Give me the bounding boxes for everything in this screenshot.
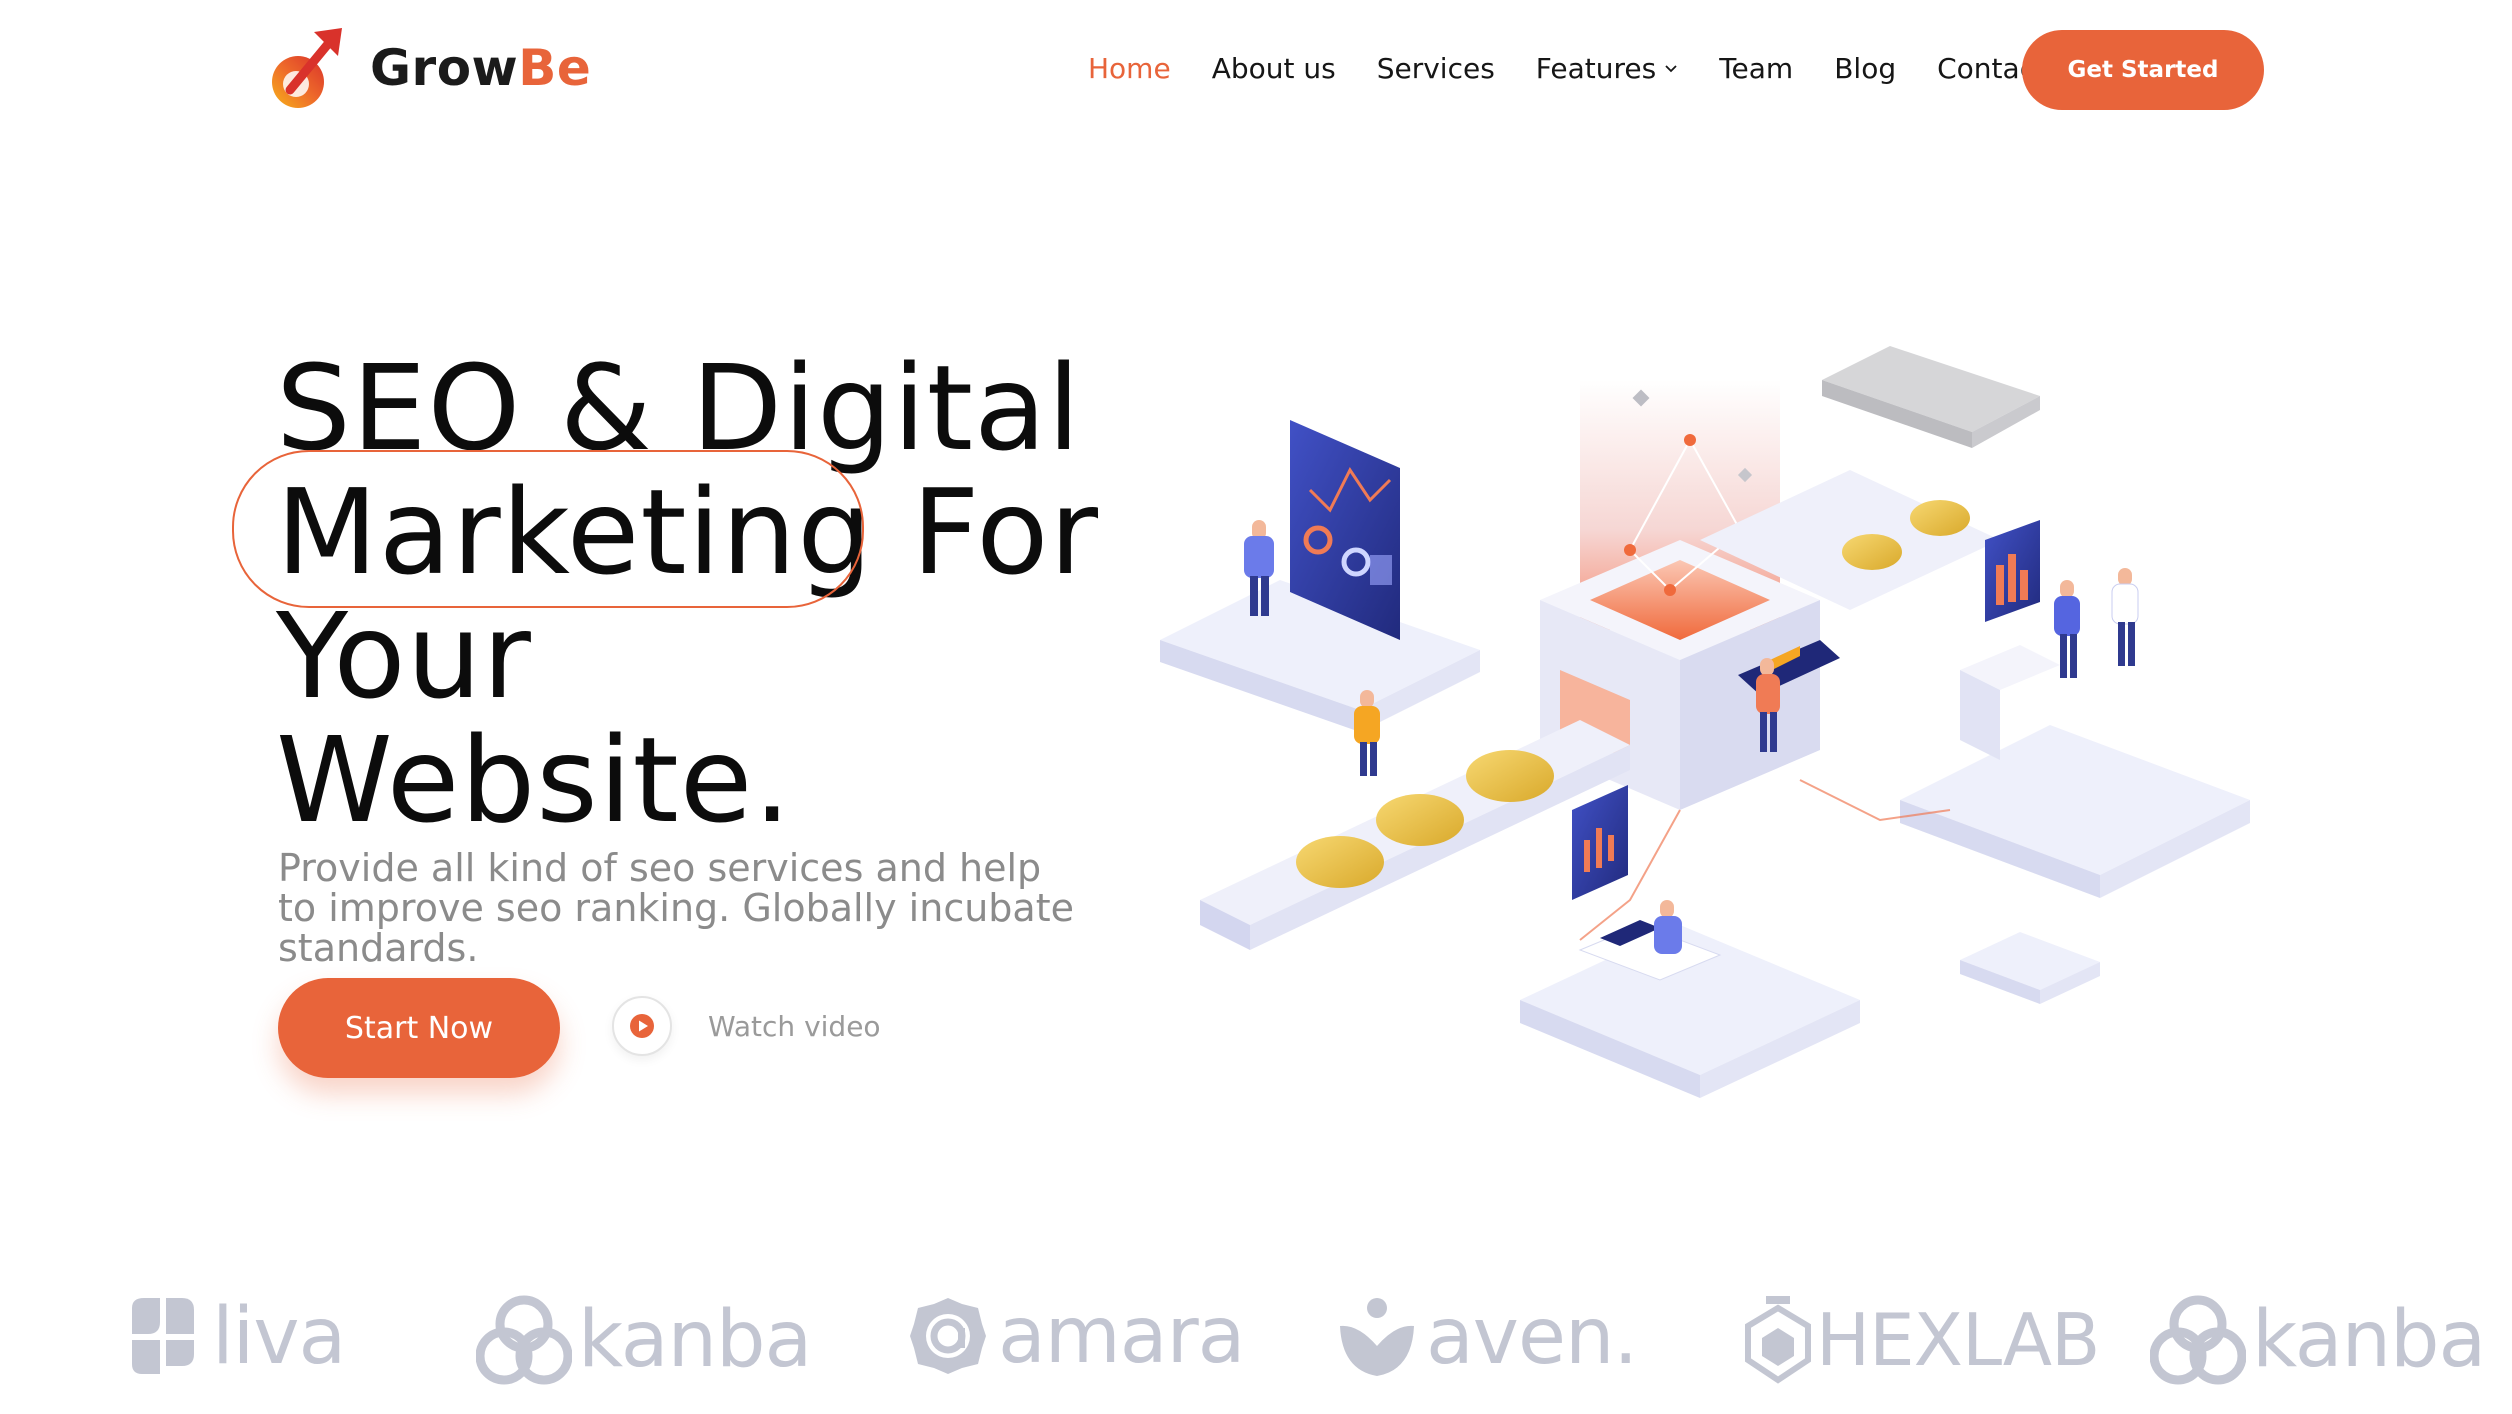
hero-title: SEO & Digital Marketing For Your Website… xyxy=(232,339,1156,849)
partner-liva: liva xyxy=(120,1292,346,1382)
partner-name: kanba xyxy=(578,1295,812,1385)
partner-name: amara xyxy=(998,1291,1245,1381)
nav-features-label: Features xyxy=(1535,51,1657,85)
start-now-button[interactable]: Start Now xyxy=(278,978,560,1078)
partner-hexlab: HEXLAB xyxy=(1744,1294,2100,1386)
chevron-down-icon xyxy=(1665,65,1677,73)
nav-blog[interactable]: Blog xyxy=(1834,52,1896,85)
nav-about-us[interactable]: About us xyxy=(1212,52,1336,85)
watch-video-link[interactable]: Watch video xyxy=(612,996,881,1056)
hero-title-highlight: Marketing xyxy=(232,450,873,608)
main-nav: Home About us Services Features Team Blo… xyxy=(1088,46,2087,90)
play-button[interactable] xyxy=(612,996,672,1056)
partner-kanba: kanba xyxy=(476,1294,812,1386)
platform-bottom xyxy=(1520,785,1860,1098)
connection-lines xyxy=(1579,779,1951,941)
partner-amara: amara xyxy=(906,1291,1245,1381)
partner-name: HEXLAB xyxy=(1816,1298,2100,1382)
partner-name: aven. xyxy=(1426,1292,1638,1382)
site-header: GrowBe Home About us Services Features T… xyxy=(0,0,2512,140)
isometric-seo-illustration xyxy=(1160,346,2250,1098)
brand-name: GrowBe xyxy=(370,39,592,97)
brand-logo[interactable]: GrowBe xyxy=(268,26,591,110)
partner-name: kanba xyxy=(2252,1295,2486,1385)
platform-left xyxy=(1160,420,1480,732)
aven-logo-icon xyxy=(1340,1298,1414,1376)
hero-title-line2: Marketing For xyxy=(232,450,1156,608)
gray-tile-top xyxy=(1822,346,2040,448)
play-icon xyxy=(630,1014,654,1038)
get-started-button[interactable]: Get Started xyxy=(2022,30,2264,110)
hero-title-line1: SEO & Digital xyxy=(276,339,1082,477)
partner-kanba-2: kanba xyxy=(2150,1294,2486,1386)
partner-logos: liva kanba amara aven. HEXLAB kanba xyxy=(0,1290,2512,1414)
liva-logo-icon xyxy=(132,1298,194,1374)
watch-video-label: Watch video xyxy=(708,1009,881,1043)
arrow-up-right-logo-icon xyxy=(272,28,342,108)
hero-title-line3: Your xyxy=(276,587,532,725)
nav-services[interactable]: Services xyxy=(1377,52,1495,85)
nav-home[interactable]: Home xyxy=(1088,52,1171,85)
nav-features[interactable]: Features xyxy=(1536,52,1678,85)
hexlab-logo-icon xyxy=(1745,1296,1811,1384)
hero-subtitle: Provide all kind of seo services and hel… xyxy=(278,846,1074,970)
platform-right xyxy=(1900,520,2250,898)
kanba-logo-icon xyxy=(476,1295,572,1385)
partner-name: liva xyxy=(212,1292,346,1382)
hero-title-line4: Website. xyxy=(276,711,792,849)
kanba-logo-icon xyxy=(2150,1295,2246,1385)
amara-logo-icon xyxy=(910,1298,986,1374)
partner-aven: aven. xyxy=(1334,1292,1638,1382)
nav-team[interactable]: Team xyxy=(1719,52,1793,85)
